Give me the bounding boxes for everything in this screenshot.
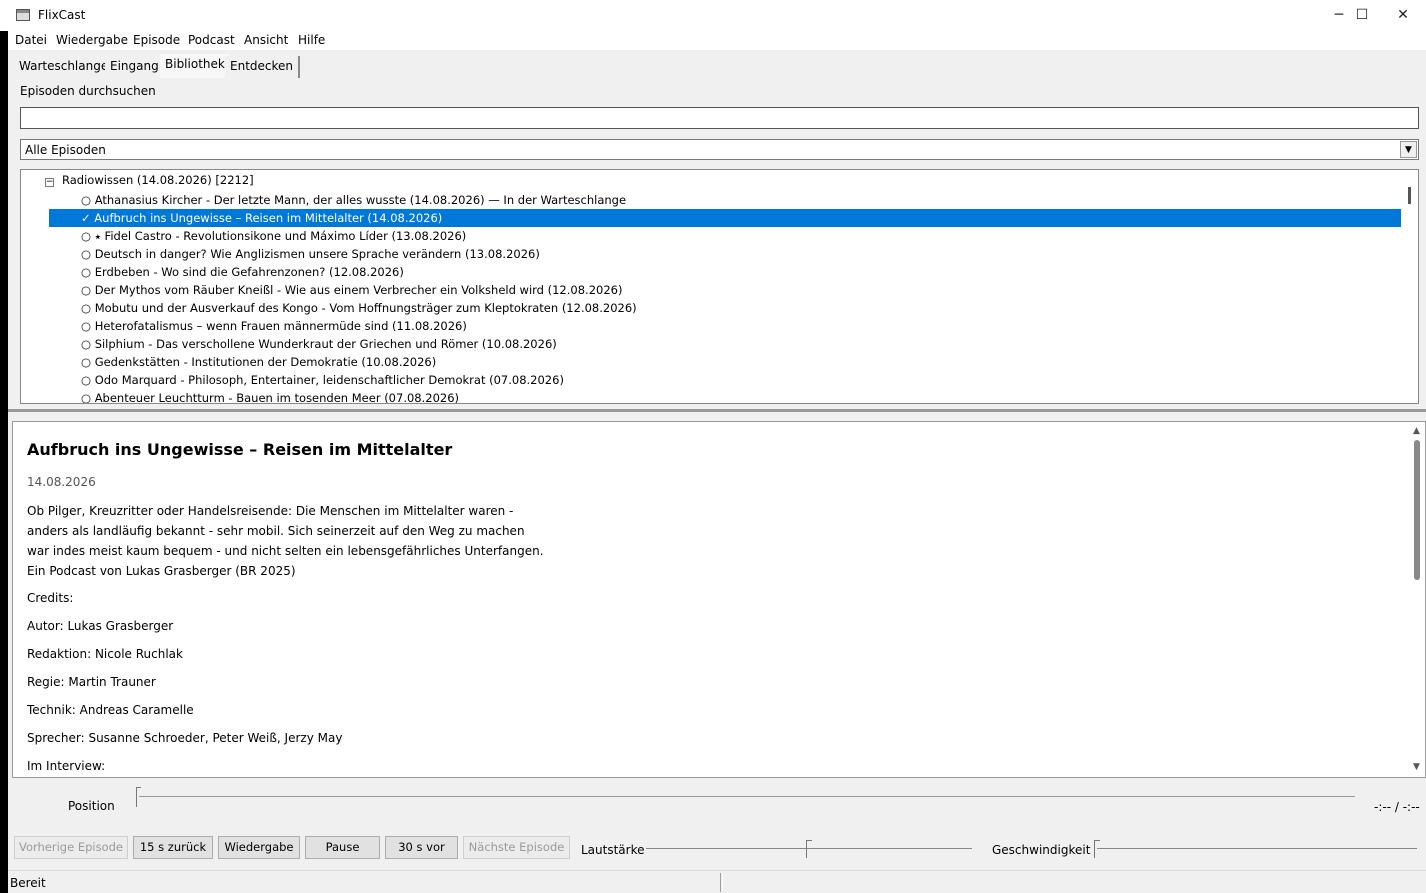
episode-date: 14.08.2026 xyxy=(27,475,96,489)
position-label: Position xyxy=(68,799,115,813)
search-input[interactable] xyxy=(20,107,1419,129)
menu-ansicht[interactable]: Ansicht xyxy=(244,33,288,47)
credit-line: Sprecher: Susanne Schroeder, Peter Weiß,… xyxy=(27,731,343,745)
menu-wiedergabe[interactable]: Wiedergabe xyxy=(56,33,128,47)
podcast-group-label: Radiowissen (14.08.2026) [2212] xyxy=(62,173,254,187)
left-edge xyxy=(0,31,8,893)
tree-scrollbar[interactable] xyxy=(1401,170,1418,403)
menu-datei[interactable]: Datei xyxy=(15,33,47,47)
episode-detail: Aufbruch ins Ungewisse – Reisen im Mitte… xyxy=(12,421,1426,778)
episode-row[interactable]: ○ Erdbeben - Wo sind die Gefahrenzonen? … xyxy=(49,263,1401,281)
episode-row[interactable]: ○ Gedenkstätten - Institutionen der Demo… xyxy=(49,353,1401,371)
episode-row[interactable]: ○ Abenteuer Leuchtturm - Bauen im tosend… xyxy=(49,389,1401,403)
episode-row[interactable]: ○ Deutsch in danger? Wie Anglizismen uns… xyxy=(49,245,1401,263)
credit-line: Im Interview: xyxy=(27,759,106,773)
menu-hilfe[interactable]: Hilfe xyxy=(298,33,325,47)
credit-line: Autor: Lukas Grasberger xyxy=(27,619,174,633)
scroll-up-icon[interactable]: ▲ xyxy=(1413,426,1420,436)
close-icon[interactable]: ✕ xyxy=(1380,0,1426,31)
episode-row[interactable]: ○ Mobutu und der Ausverkauf des Kongo - … xyxy=(49,299,1401,317)
volume-slider-handle[interactable] xyxy=(806,840,812,858)
description-line: anders als landläufig bekannt - sehr mob… xyxy=(27,524,525,538)
episode-row[interactable]: ✓ Aufbruch ins Ungewisse – Reisen im Mit… xyxy=(49,209,1401,227)
episode-row[interactable]: ○ ⭑ Fidel Castro - Revolutionsikone und … xyxy=(49,227,1401,245)
episode-filter-select[interactable]: Alle Episoden ▼ xyxy=(20,139,1419,160)
speed-slider-handle[interactable] xyxy=(1094,840,1100,858)
scroll-down-icon[interactable]: ▼ xyxy=(1413,762,1420,772)
position-time: -:-- / -:-- xyxy=(1374,800,1420,814)
menu-episode[interactable]: Episode xyxy=(133,33,180,47)
episode-row[interactable]: ○ Athanasius Kircher - Der letzte Mann, … xyxy=(49,191,1401,209)
detail-scrollbar-thumb[interactable] xyxy=(1414,440,1420,580)
credit-line: Regie: Martin Trauner xyxy=(27,675,156,689)
collapse-icon[interactable]: − xyxy=(45,178,54,187)
forward-30s-button[interactable]: 30 s vor xyxy=(385,836,458,859)
episode-row[interactable]: ○ Der Mythos vom Räuber Kneißl - Wie aus… xyxy=(49,281,1401,299)
tab-entdecken[interactable]: Entdecken xyxy=(225,56,300,78)
pane-splitter[interactable] xyxy=(8,409,1426,412)
search-label: Episoden durchsuchen xyxy=(20,84,156,98)
menu-podcast[interactable]: Podcast xyxy=(188,33,235,47)
description-line: war indes meist kaum bequem - und nicht … xyxy=(27,544,544,558)
status-bar: Bereit xyxy=(8,870,1426,893)
episode-description: Ob Pilger, Kreuzritter oder Handelsreise… xyxy=(27,501,547,581)
title-bar: FlixCast ─ ☐ ✕ xyxy=(0,0,1426,31)
podcast-group[interactable]: − Radiowissen (14.08.2026) [2212] xyxy=(45,173,254,191)
filter-selected-value: Alle Episoden xyxy=(25,143,106,157)
tab-bibliothek[interactable]: Bibliothek xyxy=(160,54,230,78)
status-text: Bereit xyxy=(10,876,46,890)
position-slider[interactable] xyxy=(139,796,1355,797)
previous-episode-button[interactable]: Vorherige Episode xyxy=(14,836,128,859)
episode-row[interactable]: ○ Odo Marquard - Philosoph, Entertainer,… xyxy=(49,371,1401,389)
speed-label: Geschwindigkeit xyxy=(992,843,1091,857)
episode-tree[interactable]: − Radiowissen (14.08.2026) [2212] ○ Athan… xyxy=(20,169,1419,404)
volume-label: Lautstärke xyxy=(581,843,645,857)
description-line: Ein Podcast von Lukas Grasberger (BR 202… xyxy=(27,564,296,578)
detail-scrollbar[interactable]: ▲ ▼ xyxy=(1409,422,1425,777)
back-15s-button[interactable]: 15 s zurück xyxy=(133,836,213,859)
credits-heading: Credits: xyxy=(27,591,74,605)
play-button[interactable]: Wiedergabe xyxy=(218,836,300,859)
app-icon xyxy=(16,9,30,21)
episode-row[interactable]: ○ Heterofatalismus – wenn Frauen männerm… xyxy=(49,317,1401,335)
position-slider-handle[interactable] xyxy=(136,787,141,807)
tab-eingang[interactable]: Eingang xyxy=(105,56,166,78)
menu-bar: Datei Wiedergabe Episode Podcast Ansicht… xyxy=(8,31,1426,50)
chevron-down-icon[interactable]: ▼ xyxy=(1400,141,1417,158)
tree-scrollbar-thumb[interactable] xyxy=(1408,187,1411,204)
status-divider xyxy=(720,873,723,892)
episode-row[interactable]: ○ Silphium - Das verschollene Wunderkrau… xyxy=(49,335,1401,353)
pause-button[interactable]: Pause xyxy=(305,836,380,859)
credit-line: Technik: Andreas Caramelle xyxy=(27,703,194,717)
next-episode-button[interactable]: Nächste Episode xyxy=(463,836,570,859)
description-line: Ob Pilger, Kreuzritter oder Handelsreise… xyxy=(27,504,514,518)
tab-warteschlange[interactable]: Warteschlange xyxy=(14,56,116,78)
episode-title: Aufbruch ins Ungewisse – Reisen im Mitte… xyxy=(27,440,453,459)
maximize-icon[interactable]: ☐ xyxy=(1339,0,1385,31)
window-title: FlixCast xyxy=(38,8,86,22)
credit-line: Redaktion: Nicole Ruchlak xyxy=(27,647,183,661)
speed-slider[interactable] xyxy=(1097,848,1417,849)
